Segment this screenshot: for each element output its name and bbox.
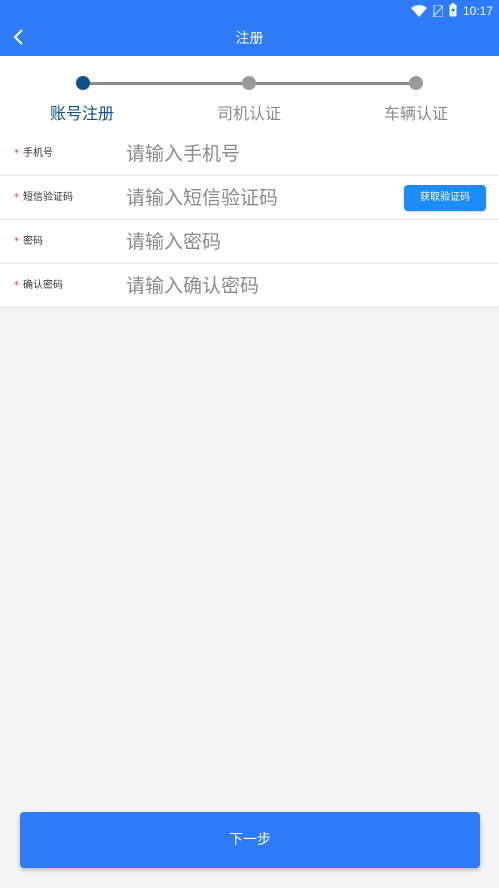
registration-stepper: 账号注册 司机认证 车辆认证 (0, 56, 499, 132)
step-2-dot (242, 76, 256, 90)
app-bar: 注册 (0, 22, 499, 56)
sms-code-label: * 短信验证码 (14, 176, 73, 220)
phone-label-text: 手机号 (23, 148, 53, 159)
confirm-password-label: * 确认密码 (14, 264, 63, 308)
back-button[interactable] (6, 24, 32, 54)
step-3-dot (409, 76, 423, 90)
step-1-dot (76, 76, 90, 90)
chevron-left-icon (13, 29, 25, 49)
step-connector (249, 82, 416, 85)
confirm-password-input[interactable] (126, 271, 396, 301)
status-icons: 10:17 (410, 2, 493, 21)
get-code-button[interactable]: 获取验证码 (404, 185, 486, 211)
step-1-label: 账号注册 (50, 104, 115, 123)
password-label-text: 密码 (23, 236, 43, 247)
password-input[interactable] (126, 227, 396, 257)
confirm-password-label-text: 确认密码 (23, 280, 63, 291)
registration-form: * 手机号 * 短信验证码 获取验证码 * 密码 * 确认密码 (0, 132, 499, 308)
phone-input[interactable] (126, 139, 396, 169)
wifi-icon (410, 2, 427, 21)
phone-label: * 手机号 (14, 132, 53, 176)
sms-code-label-text: 短信验证码 (23, 192, 73, 203)
sms-code-input[interactable] (126, 183, 396, 213)
required-mark: * (14, 192, 19, 203)
required-mark: * (14, 280, 19, 291)
page-title: 注册 (235, 31, 264, 47)
step-connector (83, 82, 249, 85)
status-bar: 10:17 (0, 0, 499, 22)
required-mark: * (14, 148, 19, 159)
battery-icon (449, 2, 457, 21)
step-3-label: 车辆认证 (384, 104, 449, 123)
no-sim-icon (432, 2, 444, 21)
sms-code-row: * 短信验证码 获取验证码 (0, 176, 499, 220)
required-mark: * (14, 236, 19, 247)
status-time: 10:17 (462, 4, 493, 18)
step-2-label: 司机认证 (217, 104, 282, 123)
password-label: * 密码 (14, 220, 43, 264)
confirm-password-row: * 确认密码 (0, 264, 499, 308)
next-step-button[interactable]: 下一步 (20, 812, 480, 868)
phone-row: * 手机号 (0, 132, 499, 176)
password-row: * 密码 (0, 220, 499, 264)
